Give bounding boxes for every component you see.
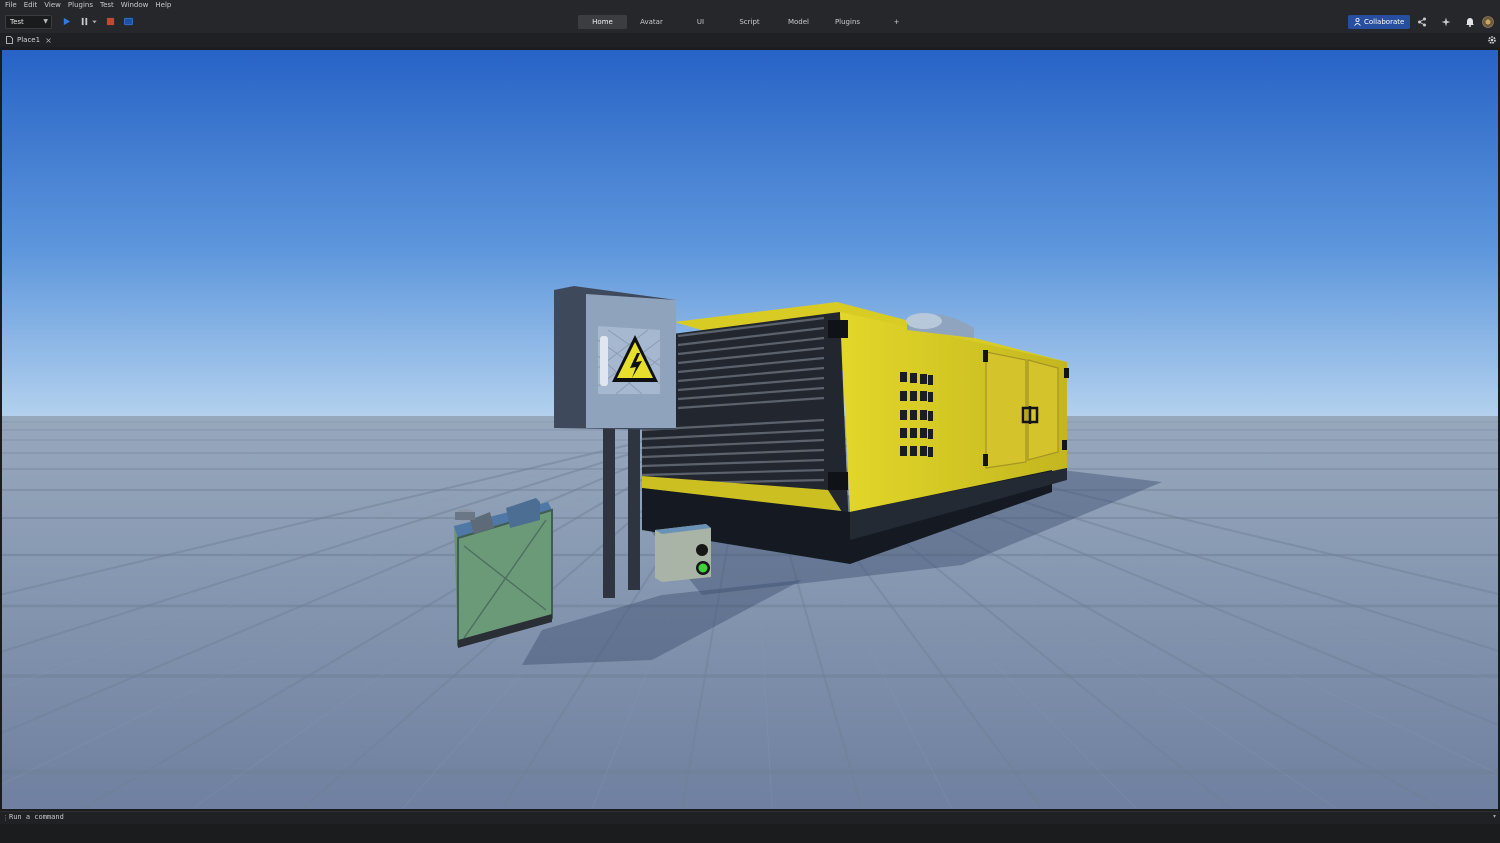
tab-ui[interactable]: UI — [676, 15, 725, 29]
gear-icon[interactable] — [1487, 35, 1497, 45]
document-tab-title: Place1 — [17, 36, 41, 44]
pause-icon[interactable] — [80, 17, 89, 26]
close-icon[interactable]: × — [45, 36, 52, 45]
menu-edit[interactable]: Edit — [24, 0, 38, 11]
menu-view[interactable]: View — [44, 0, 61, 11]
chevron-down-icon[interactable]: ▾ — [1493, 813, 1496, 820]
sparkle-icon[interactable] — [1441, 17, 1451, 27]
tab-home[interactable]: Home — [578, 15, 627, 29]
screen-icon[interactable] — [124, 17, 133, 26]
grip-icon[interactable]: ⋮ — [2, 814, 9, 822]
stop-icon[interactable] — [106, 17, 115, 26]
play-icon[interactable] — [62, 17, 71, 26]
tab-plugins[interactable]: Plugins — [823, 15, 872, 29]
command-input[interactable]: Run a command — [9, 813, 64, 821]
add-tab-button[interactable]: + — [872, 15, 921, 29]
collaborate-label: Collaborate — [1364, 18, 1405, 26]
mode-select[interactable]: Test ▼ — [5, 15, 52, 29]
document-tabs: Place1 × — [0, 33, 1500, 47]
mode-select-value: Test — [10, 18, 24, 26]
menu-test[interactable]: Test — [100, 0, 114, 11]
tab-model[interactable]: Model — [774, 15, 823, 29]
collaborate-button[interactable]: Collaborate — [1348, 15, 1410, 29]
file-icon — [6, 36, 13, 44]
bell-icon[interactable] — [1465, 17, 1475, 27]
menu-file[interactable]: File — [5, 0, 17, 11]
menu-window[interactable]: Window — [121, 0, 149, 11]
viewport-3d[interactable] — [2, 50, 1498, 809]
tab-avatar[interactable]: Avatar — [627, 15, 676, 29]
bottom-panel — [0, 824, 1500, 843]
menu-bar: File Edit View Plugins Test Window Help — [0, 0, 1500, 11]
menu-help[interactable]: Help — [155, 0, 171, 11]
chevron-down-icon[interactable] — [92, 17, 97, 26]
avatar-icon[interactable] — [1482, 16, 1494, 28]
tab-script[interactable]: Script — [725, 15, 774, 29]
menu-plugins[interactable]: Plugins — [68, 0, 93, 11]
person-icon — [1354, 18, 1361, 26]
share-icon[interactable] — [1417, 17, 1427, 27]
document-tab-place1[interactable]: Place1 × — [6, 33, 52, 47]
scene-render — [2, 50, 1498, 809]
ribbon-tabs: Home Avatar UI Script Model Plugins + — [578, 15, 921, 29]
chevron-down-icon: ▼ — [43, 18, 48, 25]
toolbar: Test ▼ Home Avatar UI Script Model Plugi… — [0, 11, 1500, 33]
command-bar: ⋮ Run a command ▾ — [0, 811, 1500, 824]
